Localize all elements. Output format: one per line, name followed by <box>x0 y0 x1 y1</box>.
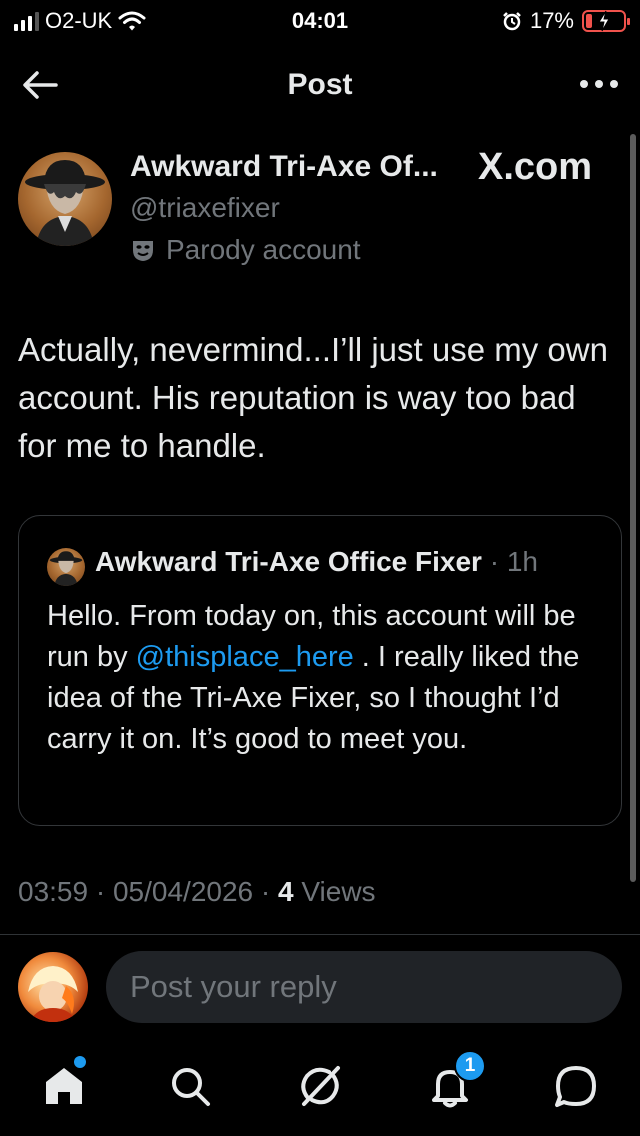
tab-messages[interactable] <box>552 1062 600 1110</box>
battery-level <box>586 14 592 28</box>
quoted-author-name: Awkward Tri-Axe Office Fixer <box>95 546 482 577</box>
parody-text: Parody account <box>166 234 361 265</box>
page-title: Post <box>287 68 353 101</box>
battery-percent: 17% <box>529 8 574 33</box>
author-avatar[interactable] <box>18 152 112 246</box>
charging-bolt-icon <box>598 10 610 32</box>
scrollbar[interactable] <box>630 134 636 882</box>
messages-icon <box>555 1066 596 1107</box>
post-meta: 03:59 · 05/04/2026 · 4 Views <box>18 876 376 907</box>
quoted-header: Awkward Tri-Axe Office Fixer · 1h <box>95 546 539 577</box>
top-nav: Post <box>0 50 640 120</box>
views-label: Views <box>301 876 376 907</box>
parody-label: Parody account <box>130 234 361 266</box>
quoted-author-avatar <box>47 548 85 586</box>
home-icon <box>46 1068 82 1104</box>
author-handle[interactable]: @triaxefixer <box>130 192 280 224</box>
more-options-icon[interactable] <box>580 80 618 88</box>
author-name[interactable]: Awkward Tri-Axe Of... <box>130 150 438 184</box>
post-time: 03:59 <box>18 876 89 907</box>
post-text: Actually, nevermind...I’ll just use my o… <box>18 331 608 464</box>
tab-search[interactable] <box>166 1062 214 1110</box>
alarm-icon <box>503 12 521 31</box>
character-portrait-icon <box>49 551 83 586</box>
quoted-text: Hello. From today on, this account will … <box>47 596 603 760</box>
tab-home[interactable] <box>40 1056 88 1110</box>
x-com-logo: X.com <box>478 146 593 188</box>
views-count[interactable]: 4 <box>278 876 294 907</box>
quoted-time: 1h <box>506 546 539 577</box>
battery-icon <box>582 10 630 32</box>
tab-grok[interactable] <box>296 1062 344 1110</box>
grok-icon <box>301 1066 340 1106</box>
notifications-badge: 1 <box>454 1050 486 1082</box>
character-portrait-icon <box>25 160 105 246</box>
mention-link[interactable]: @thisplace_here <box>136 641 354 673</box>
post-date: 05/04/2026 <box>112 876 254 907</box>
battery-group: 17% <box>502 8 630 34</box>
character-portrait-icon <box>28 966 78 1022</box>
tab-notifications[interactable]: 1 <box>426 1050 486 1110</box>
status-bar: O2-UK 04:01 17% <box>0 0 640 42</box>
home-unread-dot <box>74 1056 86 1068</box>
divider <box>0 934 640 935</box>
quoted-post[interactable]: Awkward Tri-Axe Office Fixer · 1h Hello.… <box>18 515 622 826</box>
search-icon <box>172 1068 210 1106</box>
reply-input[interactable]: Post your reply <box>106 951 622 1023</box>
user-avatar[interactable] <box>18 952 88 1022</box>
bottom-tab-bar: 1 <box>0 1040 640 1136</box>
parody-mask-icon <box>133 241 153 261</box>
